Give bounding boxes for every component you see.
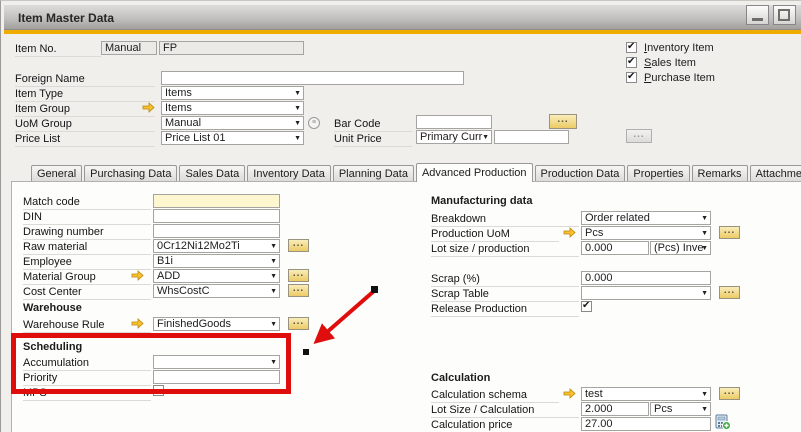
match-code-label: Match code xyxy=(23,196,151,210)
material-group-browse-button[interactable]: ... xyxy=(288,269,309,282)
release-production-checkbox[interactable] xyxy=(581,301,592,312)
scrap-table-browse-button[interactable]: ... xyxy=(719,286,740,299)
cost-center-dropdown[interactable]: WhsCostC xyxy=(153,284,280,298)
drawing-number-label: Drawing number xyxy=(23,226,151,240)
tab-inventory-data[interactable]: Inventory Data xyxy=(247,165,331,182)
raw-material-dropdown[interactable]: 0Cr12Ni12Mo2Ti xyxy=(153,239,280,253)
maximize-button[interactable] xyxy=(773,5,796,25)
tab-purchasing-data[interactable]: Purchasing Data xyxy=(84,165,177,182)
warehouse-rule-browse-button[interactable]: ... xyxy=(288,317,309,330)
sales-item-label: Sales Item xyxy=(644,57,696,69)
tab-advanced-production[interactable]: Advanced Production xyxy=(416,163,533,182)
calculation-schema-dropdown[interactable]: test xyxy=(581,387,711,401)
lot-size-calculation-input[interactable]: 2.000 xyxy=(581,402,649,416)
cost-center-label: Cost Center xyxy=(23,286,151,300)
calculation-price-label: Calculation price xyxy=(431,419,579,432)
lot-size-calculation-label: Lot Size / Calculation xyxy=(431,404,579,418)
tab-sales-data[interactable]: Sales Data xyxy=(179,165,245,182)
production-uom-label: Production UoM xyxy=(431,228,559,242)
title-bar[interactable]: Item Master Data xyxy=(4,5,801,30)
item-group-label: Item Group xyxy=(15,103,155,117)
lot-size-calculation-uom-dropdown[interactable]: Pcs xyxy=(650,402,711,416)
cost-center-browse-button[interactable]: ... xyxy=(288,284,309,297)
scrap-pct-label: Scrap (%) xyxy=(431,273,579,287)
foreign-name-input[interactable] xyxy=(161,71,464,85)
item-group-link-arrow-icon[interactable] xyxy=(142,102,155,113)
calculation-section-header: Calculation xyxy=(431,372,490,384)
uom-group-dropdown[interactable]: Manual xyxy=(161,116,304,130)
item-no-type-field[interactable]: Manual xyxy=(101,41,157,55)
uom-list-icon[interactable]: ≡ xyxy=(308,117,320,129)
item-type-label: Item Type xyxy=(15,88,155,102)
price-list-label: Price List xyxy=(15,133,155,147)
minimize-button[interactable] xyxy=(746,5,769,25)
unit-price-input[interactable] xyxy=(494,130,569,144)
raw-material-label: Raw material xyxy=(23,241,151,255)
item-no-label: Item No. xyxy=(15,43,101,57)
accent-bar xyxy=(4,30,801,34)
maximize-icon xyxy=(778,9,790,21)
item-master-data-window: Item Master Data Item No. Manual FP Inve… xyxy=(0,0,801,432)
din-input[interactable] xyxy=(153,209,280,223)
tab-production-data[interactable]: Production Data xyxy=(535,165,626,182)
warehouse-rule-dropdown[interactable]: FinishedGoods xyxy=(153,317,280,331)
uom-group-label: UoM Group xyxy=(15,118,155,132)
din-label: DIN xyxy=(23,211,151,225)
tab-general[interactable]: General xyxy=(31,165,82,182)
calculation-schema-label: Calculation schema xyxy=(431,389,559,403)
bar-code-browse-button[interactable]: ... xyxy=(549,114,577,129)
tab-strip: General Purchasing Data Sales Data Inven… xyxy=(31,163,801,182)
item-type-dropdown[interactable]: Items xyxy=(161,86,304,100)
purchase-item-label: Purchase Item xyxy=(644,72,715,84)
production-uom-dropdown[interactable]: Pcs xyxy=(581,226,711,240)
inventory-item-label: Inventory Item xyxy=(644,42,714,54)
production-uom-browse-button[interactable]: ... xyxy=(719,226,740,239)
purchase-item-checkbox[interactable] xyxy=(626,72,637,83)
scrap-pct-input[interactable]: 0.000 xyxy=(581,271,711,285)
lot-size-production-input[interactable]: 0.000 xyxy=(581,241,649,255)
unit-price-label: Unit Price xyxy=(334,133,412,147)
tab-planning-data[interactable]: Planning Data xyxy=(333,165,414,182)
drawing-number-input[interactable] xyxy=(153,224,280,238)
warehouse-rule-link-arrow-icon[interactable] xyxy=(131,318,144,329)
calculation-schema-browse-button[interactable]: ... xyxy=(719,387,740,400)
inventory-item-checkbox[interactable] xyxy=(626,42,637,53)
price-list-dropdown[interactable]: Price List 01 xyxy=(161,131,304,145)
sales-item-checkbox[interactable] xyxy=(626,57,637,68)
annotation-highlight-box xyxy=(11,333,291,394)
minimize-icon xyxy=(752,18,763,21)
calculator-add-icon[interactable] xyxy=(715,414,731,430)
warehouse-section-header: Warehouse xyxy=(23,302,82,314)
release-production-label: Release Production xyxy=(431,303,579,317)
lot-size-production-label: Lot size / production xyxy=(431,243,579,257)
foreign-name-label: Foreign Name xyxy=(15,73,155,87)
scrap-table-dropdown[interactable] xyxy=(581,286,711,300)
bar-code-label: Bar Code xyxy=(334,118,412,132)
lot-size-production-uom-dropdown[interactable]: (Pcs) Inve xyxy=(650,241,711,255)
raw-material-browse-button[interactable]: ... xyxy=(288,239,309,252)
production-uom-link-arrow-icon[interactable] xyxy=(563,227,576,238)
tab-attachments[interactable]: Attachments xyxy=(750,165,801,182)
employee-dropdown[interactable]: B1i xyxy=(153,254,280,268)
calculation-price-input[interactable]: 27.00 xyxy=(581,417,711,431)
employee-label: Employee xyxy=(23,256,151,270)
match-code-input[interactable] xyxy=(153,194,280,208)
material-group-dropdown[interactable]: ADD xyxy=(153,269,280,283)
item-no-field[interactable]: FP xyxy=(159,41,304,55)
item-group-dropdown[interactable]: Items xyxy=(161,101,304,115)
scrap-table-label: Scrap Table xyxy=(431,288,579,302)
calculation-schema-link-arrow-icon[interactable] xyxy=(563,388,576,399)
unit-price-browse-button[interactable]: ... xyxy=(626,129,652,143)
tab-properties[interactable]: Properties xyxy=(627,165,689,182)
bar-code-input[interactable] xyxy=(416,115,492,129)
unit-price-currency-dropdown[interactable]: Primary Curr xyxy=(416,130,492,144)
manufacturing-data-header: Manufacturing data xyxy=(431,195,532,207)
material-group-link-arrow-icon[interactable] xyxy=(131,270,144,281)
tab-remarks[interactable]: Remarks xyxy=(692,165,748,182)
breakdown-dropdown[interactable]: Order related xyxy=(581,211,711,225)
breakdown-label: Breakdown xyxy=(431,213,579,227)
window-title: Item Master Data xyxy=(18,11,114,25)
